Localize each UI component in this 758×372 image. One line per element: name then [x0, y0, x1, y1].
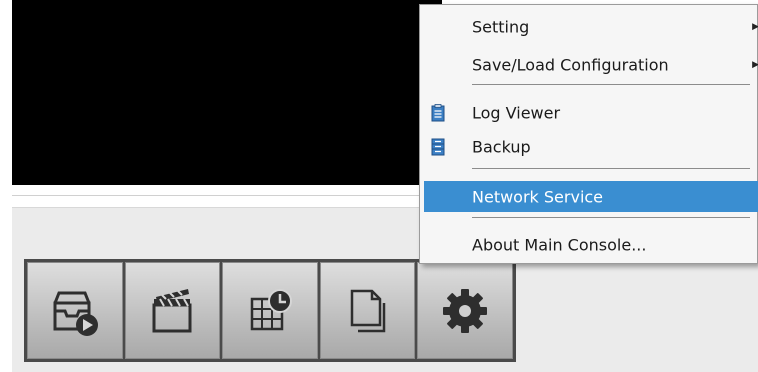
- menu-separator: [472, 84, 750, 85]
- document-icon: [350, 289, 385, 332]
- menu-item-label: About Main Console...: [472, 235, 647, 255]
- playback-button[interactable]: [27, 262, 123, 359]
- log-viewer-icon: [431, 104, 445, 122]
- backup-icon: [431, 138, 445, 156]
- menu-separator: [472, 168, 750, 169]
- context-menu: Setting ▶ Save/Load Configuration ▶ Log …: [419, 4, 758, 264]
- clapperboard-icon: [152, 288, 192, 332]
- menu-item-label: Network Service: [472, 187, 604, 206]
- menu-item-label: Log Viewer: [472, 103, 561, 123]
- submenu-arrow-icon: ▶: [752, 60, 758, 70]
- menu-item-setting[interactable]: Setting ▶: [420, 12, 758, 42]
- submenu-arrow-icon: ▶: [752, 22, 758, 32]
- main-toolbar: [24, 259, 516, 362]
- schedule-button[interactable]: [222, 262, 318, 359]
- gear-icon: [443, 288, 488, 333]
- menu-item-network-service[interactable]: Network Service: [424, 181, 758, 212]
- menu-item-about-main-console[interactable]: About Main Console...: [420, 230, 758, 260]
- settings-button[interactable]: [417, 262, 513, 359]
- clip-button[interactable]: [124, 262, 221, 359]
- menu-item-label: Backup: [472, 137, 531, 157]
- menu-item-save-load-configuration[interactable]: Save/Load Configuration ▶: [420, 50, 758, 80]
- menu-item-label: Save/Load Configuration: [472, 55, 669, 75]
- menu-item-label: Setting: [472, 17, 530, 37]
- schedule-icon: [250, 288, 292, 330]
- live-video-area[interactable]: [12, 0, 442, 185]
- menu-item-backup[interactable]: Backup: [420, 132, 758, 162]
- menu-item-log-viewer[interactable]: Log Viewer: [420, 98, 758, 128]
- divider: [12, 195, 422, 196]
- menu-separator: [472, 217, 750, 218]
- playback-icon: [53, 291, 98, 336]
- document-button[interactable]: [319, 262, 416, 359]
